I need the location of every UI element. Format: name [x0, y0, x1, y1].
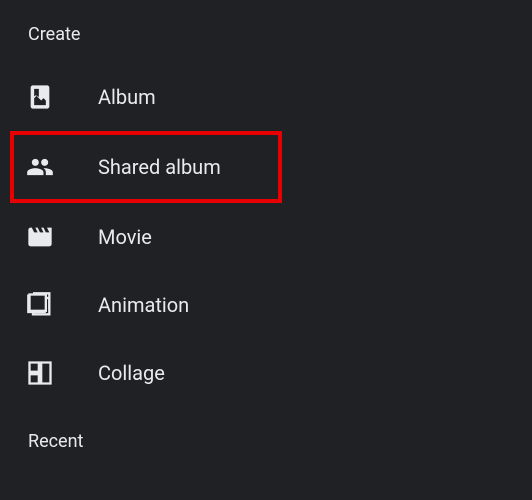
- animation-icon: [24, 289, 56, 321]
- album-icon: [24, 81, 56, 113]
- menu-item-shared-album[interactable]: Shared album: [10, 131, 282, 203]
- menu-item-album[interactable]: Album: [0, 63, 532, 131]
- create-section-header: Create: [0, 24, 532, 63]
- recent-section-header: Recent: [0, 407, 532, 452]
- menu-label-animation: Animation: [98, 293, 189, 317]
- menu-label-shared-album: Shared album: [98, 155, 221, 179]
- collage-icon: [24, 357, 56, 389]
- movie-icon: [24, 221, 56, 253]
- menu-label-album: Album: [98, 85, 156, 109]
- menu-item-animation[interactable]: Animation: [0, 271, 532, 339]
- menu-item-collage[interactable]: Collage: [0, 339, 532, 407]
- menu-item-movie[interactable]: Movie: [0, 203, 532, 271]
- menu-label-collage: Collage: [98, 361, 165, 385]
- menu-label-movie: Movie: [98, 225, 152, 249]
- shared-album-icon: [24, 151, 56, 183]
